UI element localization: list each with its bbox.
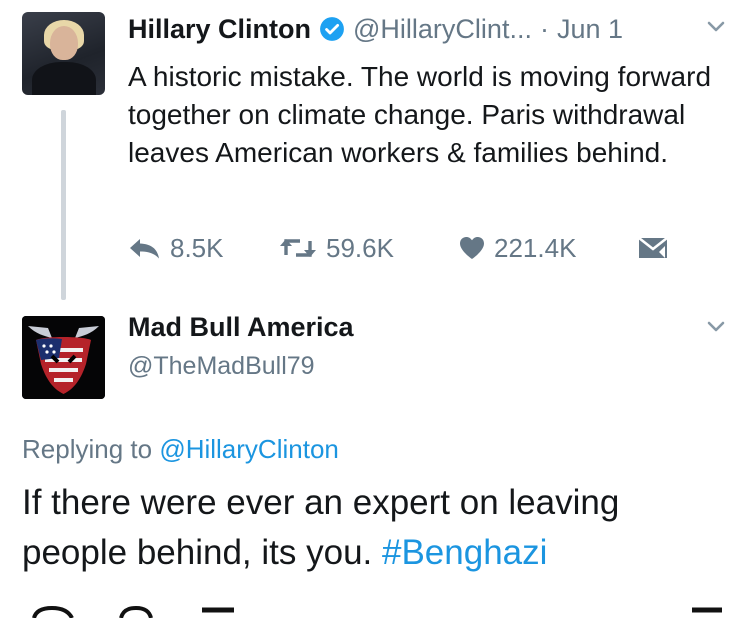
reply-icon — [130, 239, 159, 259]
reply-count: 8.5K — [170, 232, 224, 263]
retweet-count: 59.6K — [326, 232, 394, 263]
tweet-text: A historic mistake. The world is moving … — [128, 61, 712, 168]
direct-message-button[interactable] — [633, 234, 681, 262]
tweet-date[interactable]: Jun 1 — [557, 14, 623, 45]
like-count: 221.4K — [494, 232, 577, 263]
header-separator: · — [539, 13, 549, 44]
mad-bull-america-avatar[interactable] — [22, 316, 105, 399]
thread-connector-line — [61, 110, 66, 300]
replying-to-handle-link[interactable]: @HillaryClinton — [159, 434, 339, 464]
direct-message-icon — [638, 236, 668, 258]
tweet-action-bar: 8.5K 59.6K 221.4K — [128, 228, 681, 268]
heart-icon — [460, 237, 484, 259]
replying-to-label: Replying to — [22, 434, 153, 464]
bull-flag-logo — [22, 316, 105, 399]
like-button[interactable]: 221.4K — [458, 233, 633, 264]
author-name[interactable]: Mad Bull America — [128, 312, 354, 343]
author-handle[interactable]: @HillaryClint... — [353, 14, 532, 45]
tweet-header: Hillary Clinton @HillaryClint... · Jun 1 — [128, 12, 623, 46]
retweet-button[interactable]: 59.6K — [278, 233, 458, 264]
replying-to-line: Replying to @HillaryClinton — [22, 434, 339, 465]
author-handle[interactable]: @TheMadBull79 — [128, 352, 315, 381]
reply-tweet-text: If there were ever an expert on leaving … — [22, 478, 732, 578]
chevron-down-icon[interactable] — [706, 20, 726, 34]
author-name[interactable]: Hillary Clinton — [128, 14, 311, 45]
heart-icon[interactable] — [200, 606, 236, 618]
retweet-icon — [280, 239, 316, 257]
hillary-clinton-avatar[interactable] — [22, 12, 105, 95]
chevron-down-icon[interactable] — [706, 320, 726, 334]
retweet-icon[interactable] — [118, 606, 154, 618]
direct-message-icon[interactable] — [690, 606, 724, 618]
verified-badge-icon — [320, 17, 344, 41]
reply-button[interactable]: 8.5K — [128, 233, 278, 264]
hashtag-link[interactable]: #Benghazi — [382, 533, 547, 572]
reply-icon[interactable] — [30, 606, 76, 618]
